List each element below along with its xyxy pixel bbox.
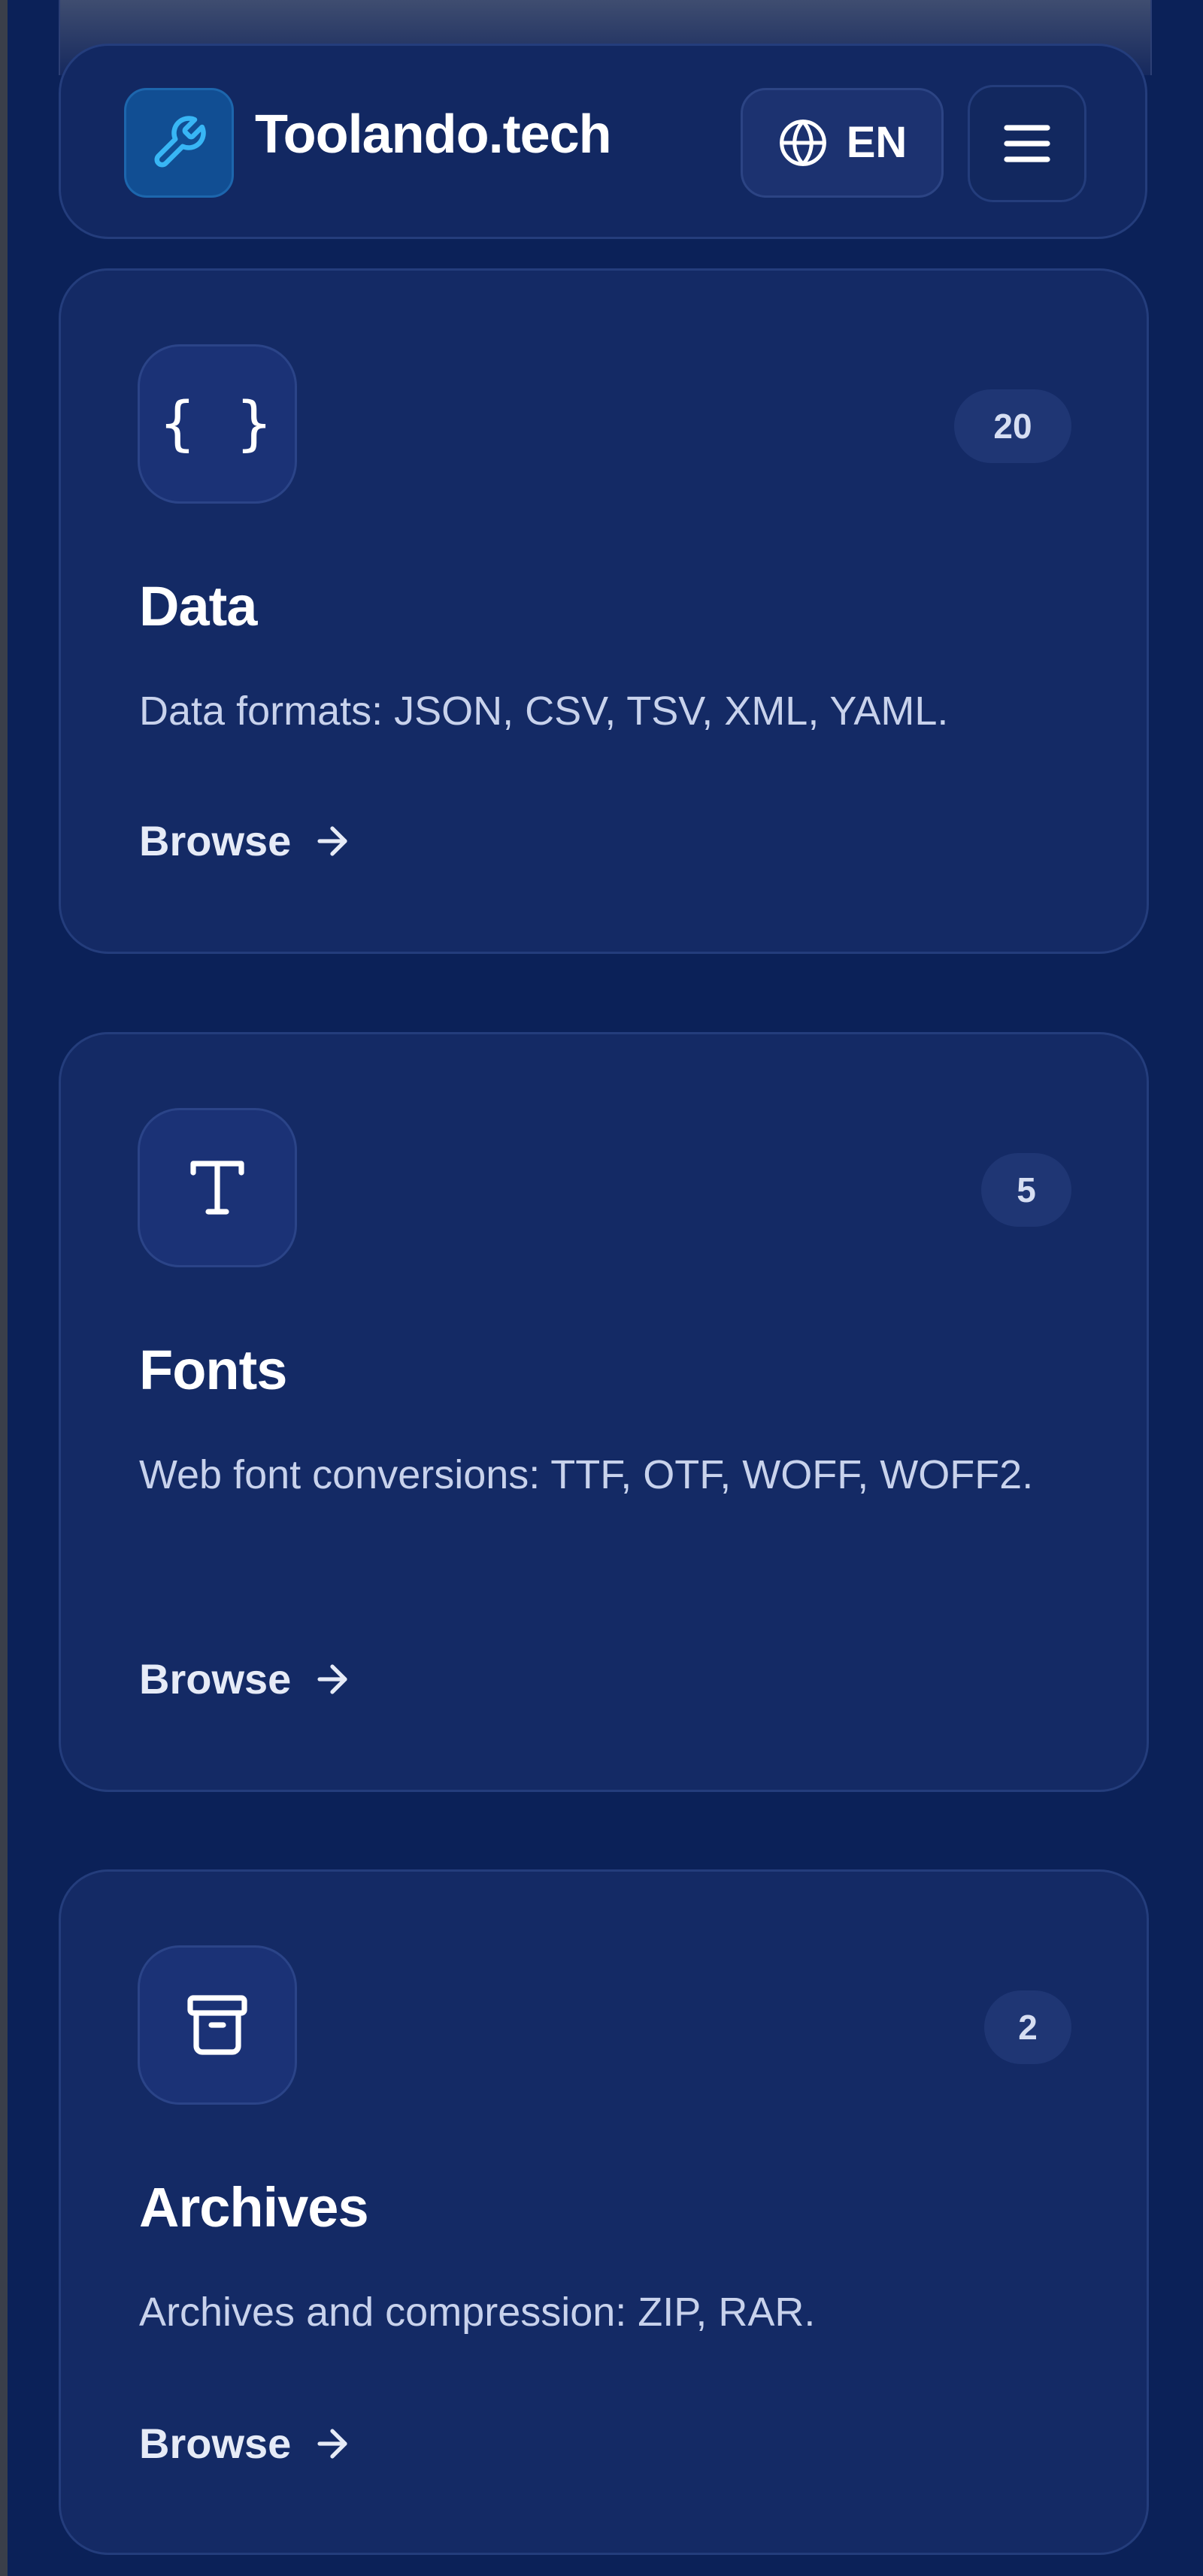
browse-link[interactable]: Browse <box>139 1657 354 1701</box>
category-icon-box <box>138 1945 297 2105</box>
category-card-data[interactable]: { } 20 Data Data formats: JSON, CSV, TSV… <box>59 268 1149 954</box>
logo-button[interactable] <box>124 88 234 198</box>
language-label: EN <box>846 118 908 167</box>
site-brand[interactable]: Toolando.tech <box>255 107 612 162</box>
browse-link[interactable]: Browse <box>139 819 354 863</box>
category-description: Archives and compression: ZIP, RAR. <box>139 2290 816 2335</box>
wrench-icon <box>154 116 206 168</box>
category-title: Data <box>139 575 257 637</box>
window-edge <box>0 0 8 2576</box>
arrow-right-icon <box>317 1664 347 1694</box>
globe-icon <box>779 120 826 166</box>
tool-count-badge: 5 <box>981 1153 1071 1227</box>
tool-count-badge: 2 <box>984 1990 1071 2064</box>
category-title: Archives <box>139 2176 369 2238</box>
category-card-fonts[interactable]: 5 Fonts Web font conversions: TTF, OTF, … <box>59 1032 1149 1792</box>
braces-icon: { } <box>159 390 275 458</box>
arrow-right-icon <box>317 826 347 856</box>
category-description: Data formats: JSON, CSV, TSV, XML, YAML. <box>139 689 949 734</box>
browse-link[interactable]: Browse <box>139 2422 354 2466</box>
category-icon-box <box>138 1108 297 1267</box>
category-icon-box: { } <box>138 344 297 504</box>
menu-button[interactable] <box>968 85 1086 202</box>
arrow-right-icon <box>317 2429 347 2459</box>
tool-count-badge: 20 <box>954 389 1071 463</box>
site-header: Toolando.tech EN <box>59 44 1147 239</box>
browse-label: Browse <box>139 817 292 864</box>
browse-label: Browse <box>139 2420 292 2467</box>
category-description: Web font conversions: TTF, OTF, WOFF, WO… <box>139 1452 1034 1497</box>
category-title: Fonts <box>139 1339 287 1401</box>
language-switcher-button[interactable]: EN <box>741 88 944 198</box>
hamburger-menu-icon <box>1004 125 1050 162</box>
browse-label: Browse <box>139 1655 292 1703</box>
text-type-icon <box>190 1161 244 1215</box>
archive-box-icon <box>187 1995 247 2055</box>
category-card-archives[interactable]: 2 Archives Archives and compression: ZIP… <box>59 1869 1149 2555</box>
